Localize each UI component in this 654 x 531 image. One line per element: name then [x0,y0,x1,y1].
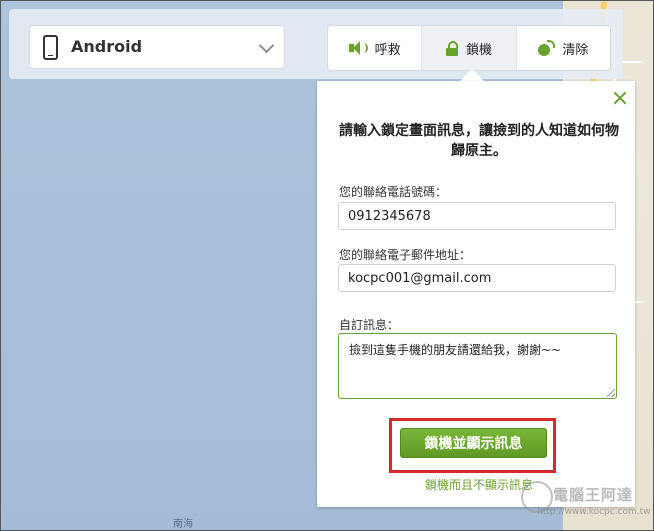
watermark: 電腦王阿達 http://www.kocpc.com.tw [521,481,651,525]
lock-and-show-message-button[interactable]: 鎖機並顯示訊息 [400,428,547,458]
lock-button[interactable]: 鎖機 [422,26,517,70]
action-buttons: 呼救 鎖機 清除 [327,25,611,71]
chevron-down-icon [258,37,275,54]
erase-button[interactable]: 清除 [517,26,610,70]
screenshot-frame: 南海 Android 呼救 鎖機 清除 請輸入鎖定畫面訊息，讓撿到的人知道如何物… [0,0,654,531]
panel-title: 請輸入鎖定畫面訊息，讓撿到的人知道如何物歸原主。 [339,123,619,159]
device-name: Android [71,37,143,56]
phone-label: 您的聯絡電話號碼： [339,185,448,199]
bomb-icon [538,40,556,56]
device-selector[interactable]: Android [29,25,285,69]
message-textarea[interactable]: 撿到這隻手機的朋友請還給我，謝謝~~ [338,333,617,399]
message-label: 自訂訊息： [339,318,400,332]
lock-message-panel: 請輸入鎖定畫面訊息，讓撿到的人知道如何物歸原主。 您的聯絡電話號碼： 您的聯絡電… [317,81,635,507]
watermark-url: http://www.kocpc.com.tw [537,507,651,517]
phone-field[interactable] [338,202,616,230]
lock-icon [445,40,458,56]
device-toolbar: Android 呼救 鎖機 清除 [9,9,623,79]
email-label: 您的聯絡電子郵件地址： [339,248,472,262]
speaker-icon [348,41,368,55]
lock-button-label: 鎖機 [465,42,492,58]
email-field[interactable] [338,264,616,292]
ring-button-label: 呼救 [374,42,401,58]
map-label: 南海 [173,519,193,530]
watermark-title: 電腦王阿達 [553,486,634,504]
phone-icon [43,35,58,60]
ring-button[interactable]: 呼救 [328,26,423,70]
close-icon[interactable] [613,91,627,105]
resize-handle[interactable] [607,389,615,397]
erase-button-label: 清除 [562,42,589,58]
